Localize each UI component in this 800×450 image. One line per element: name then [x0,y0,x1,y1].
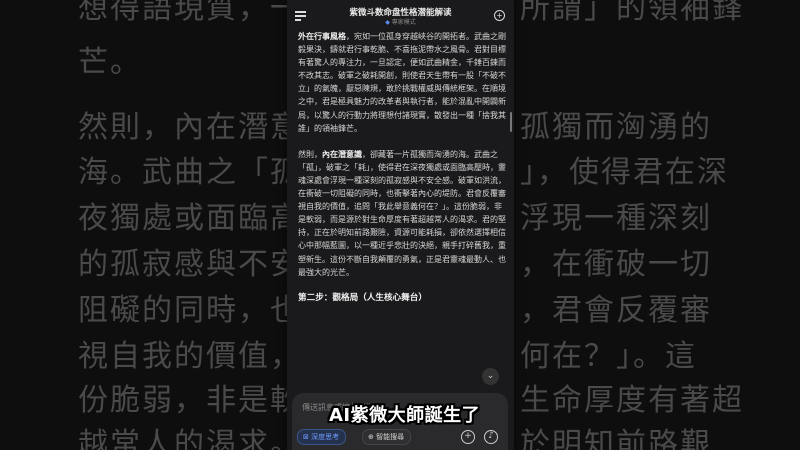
mode-label[interactable]: ◆ 專家模式 [317,17,484,26]
bg-line-right: 孤獨而洶湧的 [520,110,712,145]
smart-search-label: 智能搜尋 [376,433,405,441]
paragraph-outer-style: 外在行事風格，宛如一位孤身穿越峽谷的開拓者。武曲之剛毅果決，鑄就君行事乾脆、不喜… [298,30,506,135]
bg-line: 阻礙的同時，也 [78,293,302,328]
scroll-down-button[interactable]: ⌄ [482,368,499,385]
bg-line: 越常人的渴求。 [78,427,302,450]
bg-line: 視自我的價值， [78,339,302,374]
bg-line-right: 所謂」的領袖鋒 [520,0,744,26]
bg-line-right: ，君會反覆審 [520,293,712,328]
smart-search-toggle[interactable]: ⊕ 智能搜尋 [362,429,412,445]
bg-line-right: 」，使得君在深 [520,155,729,190]
globe-icon: ⊕ [368,433,374,441]
deep-think-toggle[interactable]: ⊠ 深度思考 [297,429,347,445]
bg-line: 的孤寂感與不安 [78,247,302,282]
bg-line: 夜獨處或面臨高 [78,201,302,236]
video-caption: AI紫微大師誕生了 [329,405,481,426]
bg-line-right: 於明知前路艱 [520,427,712,450]
deep-think-label: 深度思考 [311,433,340,441]
voice-icon[interactable]: ♪ [484,430,498,444]
attach-icon[interactable]: + [461,430,475,444]
bg-line-right: ，在衝破一切 [520,247,712,282]
inner-text: ，卻藏著一片孤獨而洶湧的海。武曲之「孤」，破軍之「耗」，使得君在深夜獨處或面臨高… [298,149,506,277]
bg-line-right: 何在？」。這 [520,339,697,374]
bg-line-right: 浮現一種深刻 [520,201,712,236]
new-chat-icon[interactable]: + [494,10,505,21]
phone-screen: 紫微斗数命盘性格潜能解读 ◆ 專家模式 + 外在行事風格，宛如一位孤身穿越峽谷的… [287,0,514,450]
gem-icon: ◆ [385,19,390,26]
top-bar: 紫微斗数命盘性格潜能解读 ◆ 專家模式 + [287,0,514,30]
bg-line: 海。武曲之「孤 [78,155,302,190]
outer-style-heading: 外在行事風格 [298,32,346,41]
menu-icon[interactable] [295,11,306,21]
inner-pre: 然則， [298,149,322,159]
bg-line: 然則，內在潛意 [78,110,302,145]
deep-think-icon: ⊠ [303,433,309,441]
bg-line: 份脆弱，非是軟 [78,383,302,418]
scrollbar[interactable] [510,112,512,132]
outer-style-text: ，宛如一位孤身穿越峽谷的開拓者。武曲之剛毅果決，鑄就君行事乾脆、不喜拖泥帶水之風… [298,32,506,133]
chat-content: 外在行事風格，宛如一位孤身穿越峽谷的開拓者。武曲之剛毅果決，鑄就君行事乾脆、不喜… [298,30,506,305]
bg-line: 芒。 [78,45,142,80]
mode-label-text: 專家模式 [391,19,416,26]
paragraph-inner-subconscious: 然則，內在潛意識，卻藏著一片孤獨而洶湧的海。武曲之「孤」，破軍之「耗」，使得君在… [298,148,506,279]
bg-line-right: 生命厚度有著超 [520,383,744,418]
inner-heading: 內在潛意識 [322,149,362,159]
section-title: 第二步：觀格局（人生核心舞台） [298,292,427,303]
